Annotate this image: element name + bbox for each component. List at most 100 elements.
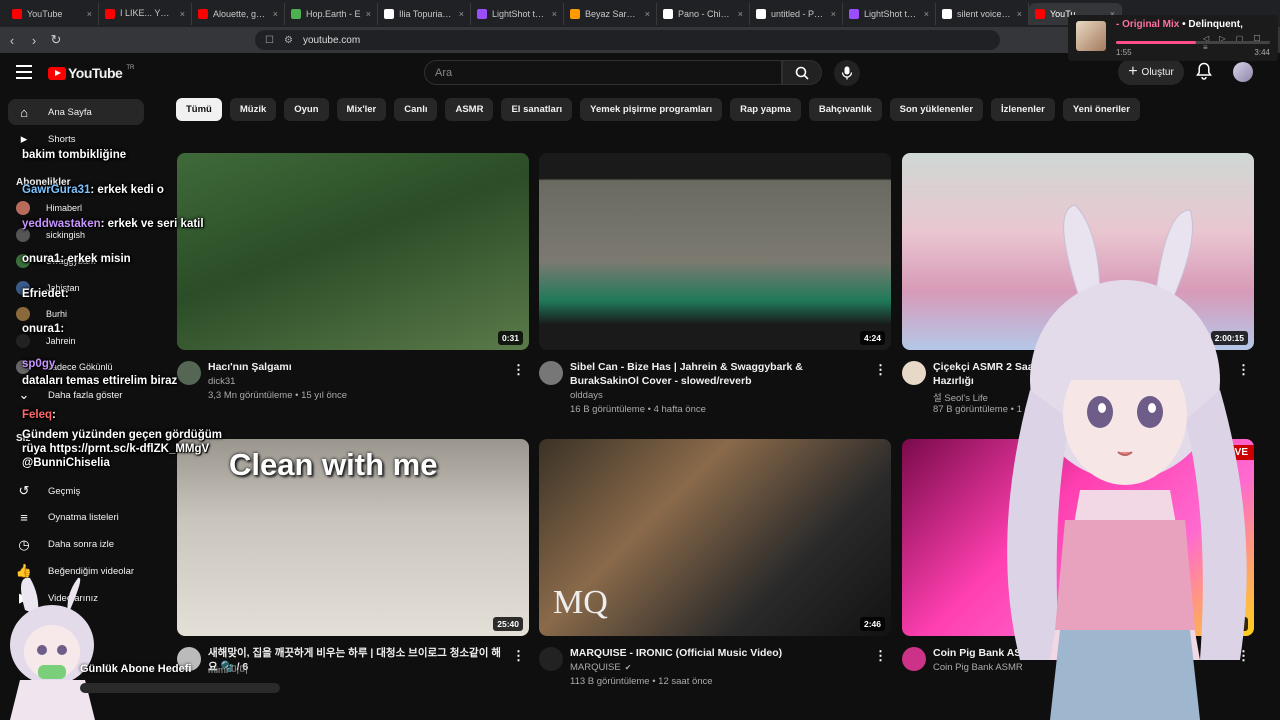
filter-chip[interactable]: Yemek pişirme programları xyxy=(580,98,723,121)
search-button[interactable] xyxy=(782,60,822,85)
address-url: youtube.com xyxy=(302,34,361,46)
address-bar[interactable]: ☐ ⚙ youtube.com xyxy=(255,30,1000,50)
tab-favicon-icon xyxy=(1035,8,1045,19)
playlist-icon: ≡ xyxy=(20,510,28,526)
browser-tab[interactable]: YouTube × xyxy=(6,2,99,25)
browser-tab[interactable]: LightShot tarafın × xyxy=(471,2,564,25)
video-title[interactable]: Hacı'nın Şalgamı xyxy=(208,360,508,374)
tab-close-icon[interactable]: × xyxy=(645,9,650,19)
menu-icon[interactable] xyxy=(16,65,32,79)
more-actions-icon[interactable]: ⋮ xyxy=(512,362,525,378)
channel-avatar[interactable] xyxy=(539,361,563,385)
browser-tab[interactable]: Pano - Chiselia × xyxy=(657,2,750,25)
tab-favicon-icon xyxy=(477,8,487,19)
reload-icon[interactable]: ↻ xyxy=(46,32,66,48)
sidebar-item-playlist[interactable]: ≡ Oynatma listeleri xyxy=(8,505,144,531)
filter-chip[interactable]: Son yüklenenler xyxy=(889,98,984,121)
search-input[interactable]: Ara xyxy=(424,60,782,85)
filter-chip-bar: Tümü Müzik Oyun Mix'ler Canlı ASMR El sanatlar… xyxy=(176,98,1140,122)
chat-text: dataları temas ettirelim biraz xyxy=(22,375,178,387)
video-title[interactable]: Sibel Can - Bize Has | Jahrein & Swaggyb… xyxy=(570,360,870,388)
filter-chip[interactable]: Rap yapma xyxy=(730,98,801,121)
filter-chip[interactable]: El sanatları xyxy=(501,98,573,121)
tab-close-icon[interactable]: × xyxy=(180,9,185,19)
search-placeholder: Ara xyxy=(435,66,453,79)
browser-tab[interactable]: silent voice - Goo × xyxy=(936,2,1029,25)
chat-username: yeddwastaken xyxy=(22,218,101,230)
tab-favicon-icon xyxy=(849,8,859,19)
youtube-wordmark: YouTube xyxy=(68,65,123,81)
youtube-logo[interactable]: YouTube TR xyxy=(48,65,134,81)
sidebar-item-clock[interactable]: ◷ Daha sonra izle xyxy=(8,532,144,558)
sidebar-item-history[interactable]: ↺ Geçmiş xyxy=(8,478,144,504)
channel-avatar[interactable] xyxy=(902,361,926,385)
video-thumbnail[interactable]: Clean with me 25:40 xyxy=(177,439,529,636)
chibi-avatar-overlay xyxy=(10,577,95,720)
browser-tab[interactable]: Alouette, gentille × xyxy=(192,2,285,25)
tab-title: LightShot tarafın xyxy=(864,8,919,19)
chat-message: Gündem yüzünden geçen gördüğüm rüya http… xyxy=(22,428,222,470)
chat-message: Feleq: xyxy=(22,408,222,422)
tab-close-icon[interactable]: × xyxy=(273,9,278,19)
browser-tab[interactable]: LightShot tarafın × xyxy=(843,2,936,25)
channel-avatar[interactable] xyxy=(902,647,926,671)
filter-chip[interactable]: Canlı xyxy=(394,98,438,121)
forward-icon[interactable]: › xyxy=(24,33,44,48)
account-avatar[interactable] xyxy=(1233,62,1253,82)
browser-tab[interactable]: Hop.Earth - E × xyxy=(285,2,378,25)
filter-chip[interactable]: Yeni öneriler xyxy=(1062,98,1140,121)
sidebar-item-label: Daha sonra izle xyxy=(48,539,115,551)
more-actions-icon[interactable]: ⋮ xyxy=(512,648,525,664)
filter-chip[interactable]: Oyun xyxy=(284,98,329,121)
tab-title: silent voice - Goo xyxy=(957,8,1012,19)
tab-close-icon[interactable]: × xyxy=(459,9,464,19)
filter-chip[interactable]: Bahçıvanlık xyxy=(808,98,882,121)
tab-close-icon[interactable]: × xyxy=(366,9,371,19)
video-thumbnail[interactable]: 4:24 xyxy=(539,153,891,350)
filter-chip[interactable]: Mix'ler xyxy=(336,98,387,121)
clock-icon: ◷ xyxy=(18,536,30,552)
media-progress-bar[interactable] xyxy=(1116,41,1270,44)
tab-close-icon[interactable]: × xyxy=(738,9,743,19)
channel-avatar[interactable] xyxy=(539,647,563,671)
more-actions-icon[interactable]: ⋮ xyxy=(874,362,887,378)
tab-favicon-icon xyxy=(663,8,673,19)
channel-name-text: MARQUISE xyxy=(570,662,621,673)
filter-chip[interactable]: Tümü xyxy=(176,98,222,121)
bookmark-icon[interactable]: ☐ xyxy=(265,35,274,46)
browser-tab[interactable]: Beyaz Saray'dak × xyxy=(564,2,657,25)
browser-tab[interactable]: Ilia Topuria - Goo × xyxy=(378,2,471,25)
tab-close-icon[interactable]: × xyxy=(831,9,836,19)
notifications-button[interactable] xyxy=(1196,62,1212,85)
filter-chip[interactable]: Müzik xyxy=(229,98,277,121)
site-info-icon[interactable]: ⚙ xyxy=(284,35,293,46)
media-miniplayer[interactable]: - Original Mix • Delinquent, ◁ ▷ ▢ ☐ ≡ 1… xyxy=(1068,15,1278,61)
tab-title: LightShot tarafın xyxy=(492,8,547,19)
subscriber-goal-widget: Günlük Abone Hedefi xyxy=(78,661,280,693)
channel-name[interactable]: olddays xyxy=(570,390,603,401)
sidebar-item-home[interactable]: ⌂ Ana Sayfa xyxy=(8,99,144,125)
tab-favicon-icon xyxy=(198,8,208,19)
create-button[interactable]: + Oluştur xyxy=(1118,59,1184,85)
tab-close-icon[interactable]: × xyxy=(552,9,557,19)
more-actions-icon[interactable]: ⋮ xyxy=(874,648,887,664)
video-title[interactable]: MARQUISE - IRONIC (Official Music Video) xyxy=(570,646,870,660)
tab-close-icon[interactable]: × xyxy=(1017,9,1022,19)
chat-message: Efriedet: xyxy=(22,287,222,301)
browser-tab[interactable]: I LIKE... YOU 🥺😳 - × xyxy=(99,2,192,25)
back-icon[interactable]: ‹ xyxy=(2,33,22,48)
media-duration: 3:44 xyxy=(1254,48,1270,57)
tab-close-icon[interactable]: × xyxy=(87,9,92,19)
chat-message: GawrGura31: erkek kedi o xyxy=(22,183,222,197)
video-duration: 0:31 xyxy=(497,331,523,345)
video-thumbnail[interactable]: MQ 2:46 xyxy=(539,439,891,636)
video-thumbnail[interactable]: 0:31 xyxy=(177,153,529,350)
tab-favicon-icon xyxy=(570,8,580,19)
tab-close-icon[interactable]: × xyxy=(924,9,929,19)
filter-chip[interactable]: İzlenenler xyxy=(991,98,1055,121)
voice-search-button[interactable] xyxy=(834,60,860,86)
vtuber-avatar-overlay xyxy=(1007,204,1247,720)
filter-chip[interactable]: ASMR xyxy=(445,98,494,121)
browser-tab[interactable]: untitled - Paint × xyxy=(750,2,843,25)
channel-name[interactable]: MARQUISE ✔ xyxy=(570,662,631,673)
